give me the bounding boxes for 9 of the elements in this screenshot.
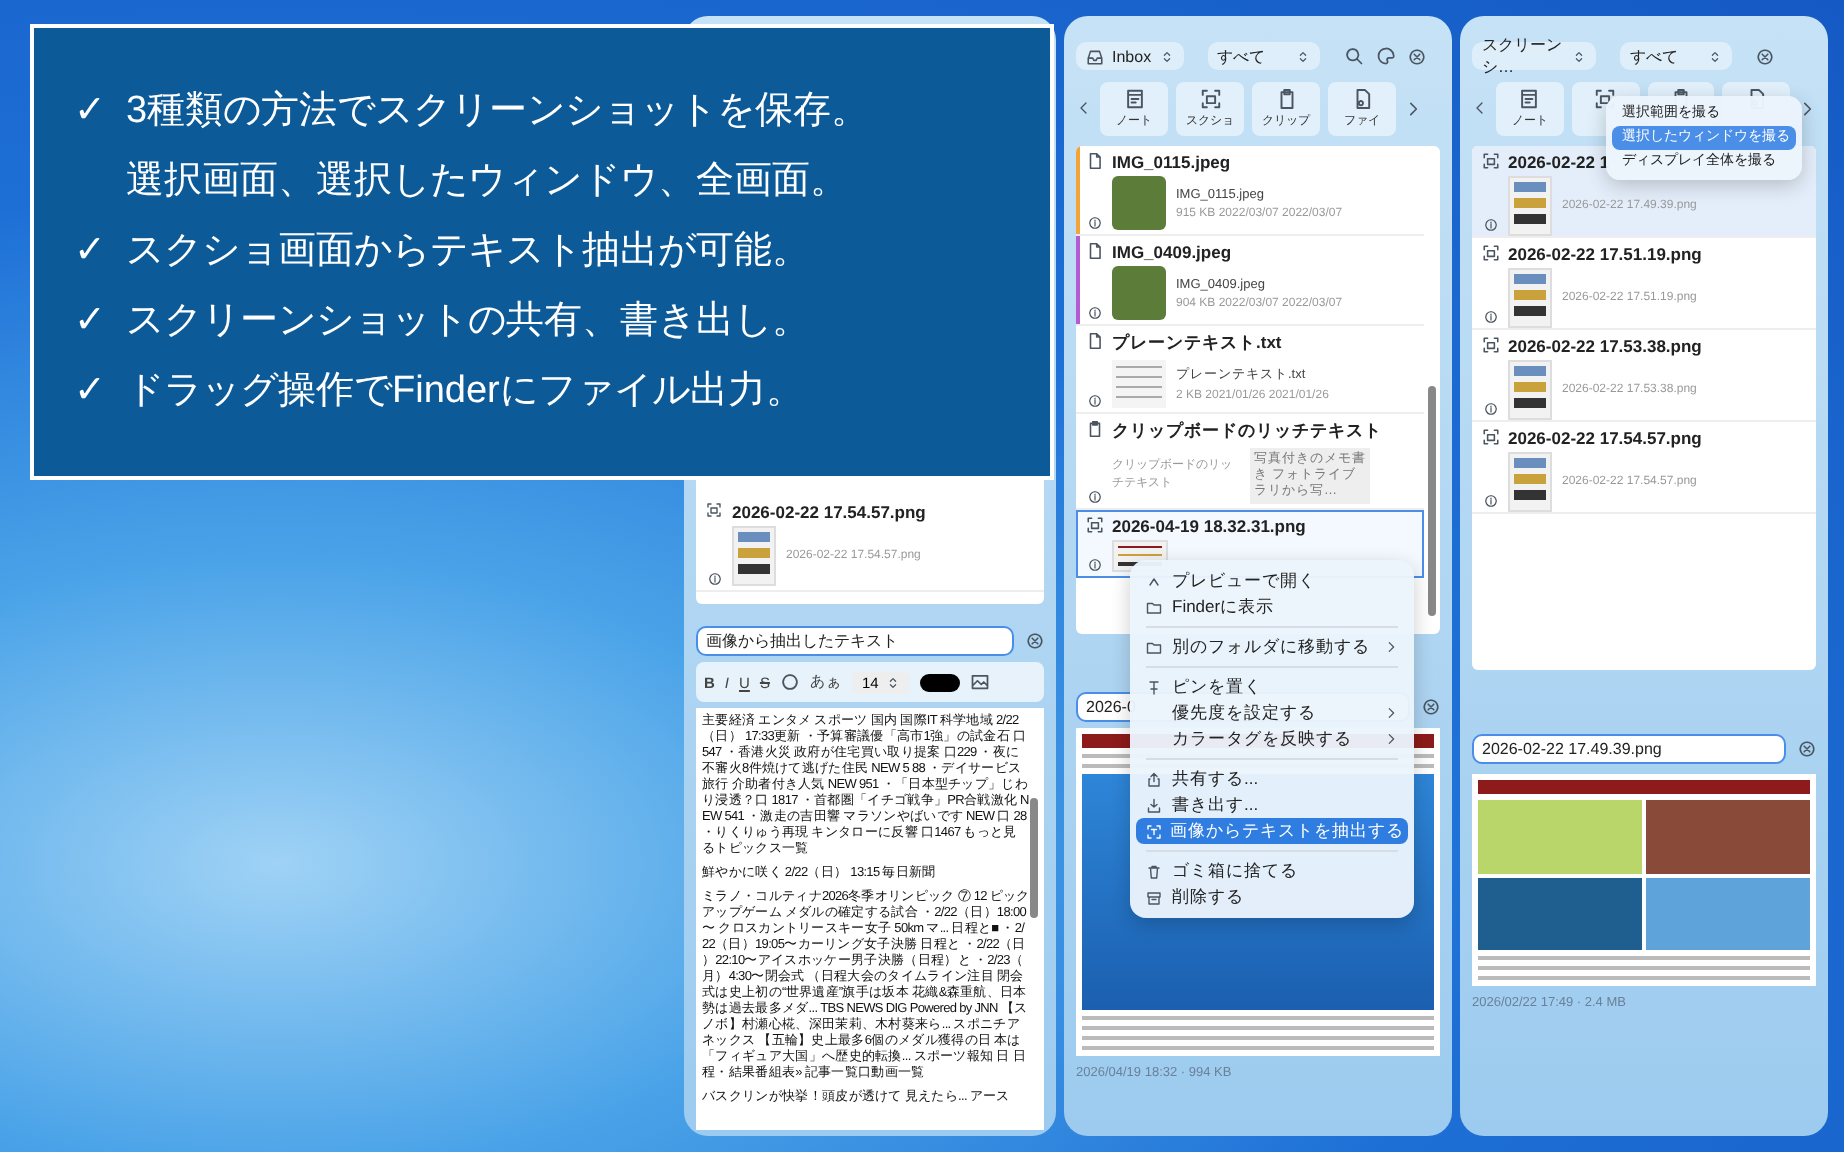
- feature-text: 選択画面、選択したウィンドウ、全画面。: [126, 158, 848, 206]
- check-mark: ✓: [74, 300, 106, 342]
- feature-text: 3種類の方法でスクリーンショットを保存。: [126, 88, 870, 136]
- check-mark: ✓: [74, 370, 106, 412]
- feature-text: ドラッグ操作でFinderにファイル出力。: [126, 368, 804, 416]
- check-mark: ✓: [74, 90, 106, 132]
- feature-text: スクショ画面からテキスト抽出が可能。: [126, 228, 810, 276]
- check-mark: ✓: [74, 230, 106, 272]
- feature-text: スクリーンショットの共有、書き出し。: [126, 298, 810, 346]
